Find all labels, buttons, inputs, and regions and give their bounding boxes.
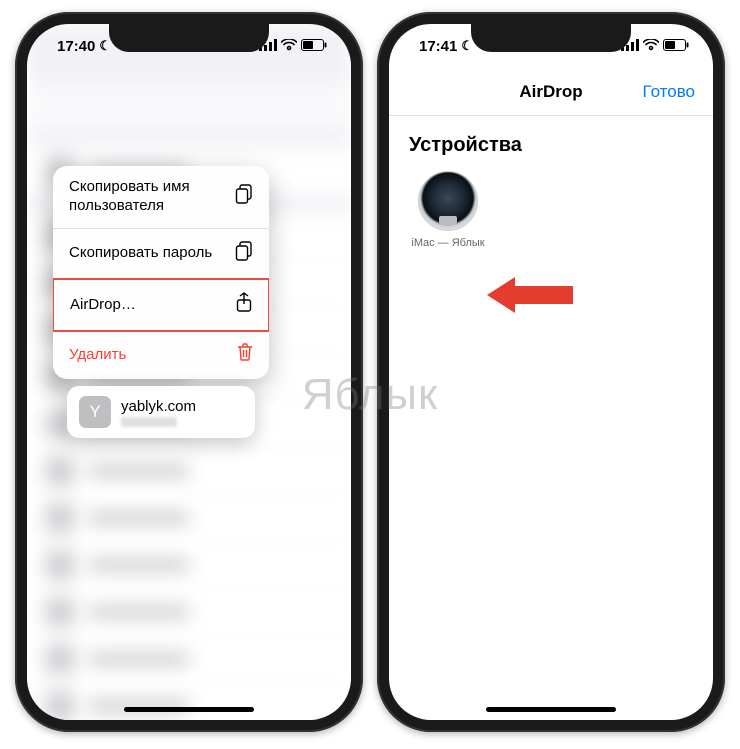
- home-indicator[interactable]: [486, 707, 616, 712]
- menu-label: Скопировать пароль: [69, 244, 212, 263]
- menu-label: Удалить: [69, 346, 126, 365]
- copy-icon: [235, 184, 253, 210]
- phone-left: 17:40 ☾ Скопировать имя пользователя: [15, 12, 363, 732]
- menu-copy-password[interactable]: Скопировать пароль: [53, 229, 269, 280]
- site-subtitle-blurred: [121, 417, 177, 427]
- home-indicator[interactable]: [124, 707, 254, 712]
- notch: [109, 24, 269, 52]
- devices-header: Устройства: [409, 134, 693, 157]
- wifi-icon: [643, 38, 659, 55]
- dnd-icon: ☾: [99, 38, 111, 54]
- dnd-icon: ☾: [461, 38, 473, 54]
- airdrop-title: AirDrop: [519, 82, 582, 102]
- status-time: 17:40: [57, 38, 95, 55]
- wifi-icon: [281, 38, 297, 55]
- menu-label: Скопировать имя пользователя: [69, 178, 235, 216]
- menu-label: AirDrop…: [70, 296, 136, 315]
- battery-icon: [301, 38, 327, 55]
- site-avatar: Y: [79, 396, 111, 428]
- trash-icon: [237, 343, 253, 367]
- airdrop-nav: AirDrop Готово: [389, 68, 713, 116]
- status-time: 17:41: [419, 38, 457, 55]
- menu-airdrop[interactable]: AirDrop…: [53, 278, 269, 332]
- imac-icon: [418, 171, 478, 231]
- airdrop-device[interactable]: iMac — Яблык: [409, 171, 487, 250]
- done-button[interactable]: Готово: [643, 82, 696, 102]
- notch: [471, 24, 631, 52]
- site-title: yablyk.com: [121, 398, 196, 415]
- avatar-letter: Y: [89, 402, 100, 422]
- menu-delete[interactable]: Удалить: [53, 331, 269, 379]
- password-preview-card[interactable]: Y yablyk.com: [67, 386, 255, 438]
- annotation-arrow: [487, 271, 577, 324]
- share-icon: [236, 292, 252, 318]
- copy-icon: [235, 241, 253, 267]
- phone-right: 17:41 ☾ AirDrop Готово Устройства iMac —…: [377, 12, 725, 732]
- battery-icon: [663, 38, 689, 55]
- menu-copy-username[interactable]: Скопировать имя пользователя: [53, 166, 269, 229]
- context-menu: Скопировать имя пользователя Скопировать…: [53, 166, 269, 379]
- device-label: iMac — Яблык: [411, 237, 484, 250]
